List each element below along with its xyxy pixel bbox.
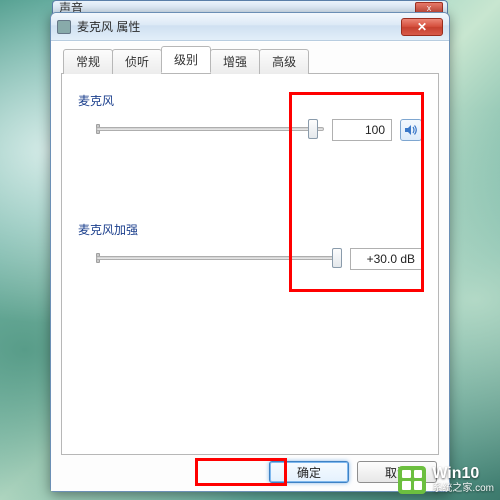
client-area: 常规 侦听 级别 增强 高级 麦克风 100	[51, 41, 449, 491]
close-button[interactable]: ✕	[401, 18, 443, 36]
slider-track	[96, 127, 324, 131]
tab-advanced[interactable]: 高级	[259, 49, 309, 74]
watermark-line2: 系统之家.com	[432, 483, 494, 494]
slider-track	[96, 256, 342, 260]
boost-slider[interactable]	[96, 249, 342, 269]
tab-listen[interactable]: 侦听	[112, 49, 162, 74]
levels-panel: 麦克风 100 麦克风加强	[61, 74, 439, 455]
watermark-logo-icon	[398, 466, 426, 494]
tab-general[interactable]: 常规	[63, 49, 113, 74]
properties-dialog: 麦克风 属性 ✕ 常规 侦听 级别 增强 高级 麦克风 100	[50, 12, 450, 492]
watermark-text: Win10 系统之家.com	[432, 465, 494, 494]
mic-slider[interactable]	[96, 120, 324, 140]
app-icon	[57, 20, 71, 34]
mic-slider-thumb[interactable]	[308, 119, 318, 139]
button-bar: 确定 取消	[61, 455, 439, 485]
boost-slider-thumb[interactable]	[332, 248, 342, 268]
speaker-icon	[404, 123, 418, 137]
mic-mute-button[interactable]	[400, 119, 422, 141]
boost-row: +30.0 dB	[78, 242, 422, 276]
tab-enhancements[interactable]: 增强	[210, 49, 260, 74]
close-icon: ✕	[417, 20, 427, 34]
mic-row: 100	[78, 113, 422, 147]
window-title: 麦克风 属性	[77, 18, 140, 35]
titlebar[interactable]: 麦克风 属性 ✕	[51, 13, 449, 41]
mic-value-field[interactable]: 100	[332, 119, 392, 141]
watermark: Win10 系统之家.com	[398, 465, 494, 494]
boost-label: 麦克风加强	[78, 221, 422, 238]
watermark-line1: Win10	[432, 465, 494, 483]
mic-label: 麦克风	[78, 92, 422, 109]
tab-strip: 常规 侦听 级别 增强 高级	[61, 50, 439, 74]
boost-value-field[interactable]: +30.0 dB	[350, 248, 422, 270]
ok-button[interactable]: 确定	[269, 461, 349, 483]
tab-levels[interactable]: 级别	[161, 46, 211, 73]
